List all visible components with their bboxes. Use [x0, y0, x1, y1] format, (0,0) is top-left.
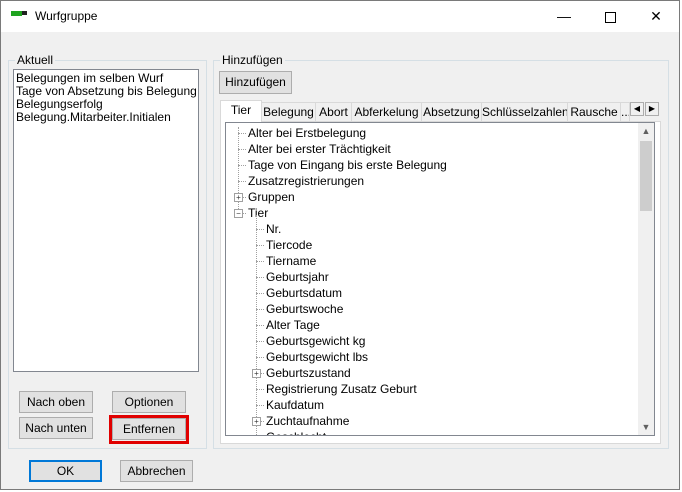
ok-button[interactable]: OK — [29, 460, 102, 482]
expand-icon[interactable]: + — [252, 369, 261, 378]
hinzufuegen-button[interactable]: Hinzufügen — [219, 71, 292, 94]
minimize-button[interactable]: — — [541, 1, 587, 32]
tree-item[interactable]: Tier — [248, 205, 268, 221]
tree-line — [256, 357, 264, 358]
tree-line — [238, 149, 246, 150]
expand-icon[interactable]: + — [252, 417, 261, 426]
expand-icon[interactable]: + — [234, 193, 243, 202]
tree-item[interactable]: Geburtsgewicht kg — [266, 333, 365, 349]
tab-belegung[interactable]: Belegung — [261, 102, 316, 121]
abbrechen-button[interactable]: Abbrechen — [120, 460, 193, 482]
title-bar[interactable]: Wurfgruppe — ✕ — [1, 1, 679, 32]
tree-item[interactable]: Zuchtaufnahme — [266, 413, 349, 429]
tree-line — [256, 389, 264, 390]
tab-schluesselzahlen[interactable]: Schlüsselzahlen — [481, 102, 568, 121]
entfernen-highlight — [109, 415, 189, 444]
tree-item[interactable]: Geburtsjahr — [266, 269, 329, 285]
tree-item[interactable]: Alter Tage — [266, 317, 320, 333]
close-icon: ✕ — [650, 8, 662, 24]
chevron-right-icon: ▶ — [648, 104, 656, 113]
tree-line — [256, 293, 264, 294]
tree-line — [256, 245, 264, 246]
category-tabs: Tier Belegung Abort Abferkelung Absetzun… — [220, 100, 661, 122]
tab-scroll-left-button[interactable]: ◀ — [630, 102, 644, 116]
aktuell-group-label: Aktuell — [15, 53, 56, 67]
tree-line — [238, 133, 246, 134]
optionen-button[interactable]: Optionen — [112, 391, 186, 413]
minimize-icon: — — [557, 8, 571, 24]
tree-item[interactable]: Gruppen — [248, 189, 295, 205]
tree-scrollbar[interactable]: ▲ ▼ — [638, 123, 654, 435]
tree-item[interactable]: Tiername — [266, 253, 316, 269]
tree-item[interactable]: Geburtswoche — [266, 301, 343, 317]
tab-overflow[interactable]: ... — [620, 102, 630, 121]
tab-tier[interactable]: Tier — [220, 100, 262, 122]
tree-item[interactable]: Alter bei Erstbelegung — [248, 125, 366, 141]
wurfgruppe-dialog: Wurfgruppe — ✕ Aktuell Belegungen im sel… — [0, 0, 680, 490]
tab-scroll-right-button[interactable]: ▶ — [645, 102, 659, 116]
tree-line — [256, 325, 264, 326]
tree-item[interactable]: Alter bei erster Trächtigkeit — [248, 141, 391, 157]
tree-line — [256, 405, 264, 406]
tree-item[interactable]: Kaufdatum — [266, 397, 324, 413]
tree-line — [238, 181, 246, 182]
close-button[interactable]: ✕ — [633, 1, 679, 32]
hinzufuegen-group-label: Hinzufügen — [220, 53, 285, 67]
scroll-thumb[interactable] — [640, 141, 652, 211]
aktuell-listbox[interactable]: Belegungen im selben Wurf Tage von Abset… — [13, 69, 199, 372]
field-tree[interactable]: Alter bei Erstbelegung Alter bei erster T… — [225, 122, 655, 436]
tree-line — [256, 261, 264, 262]
tab-abort[interactable]: Abort — [315, 102, 352, 121]
scroll-up-icon[interactable]: ▲ — [638, 123, 654, 139]
tree-item[interactable]: Geburtsgewicht lbs — [266, 349, 368, 365]
tree-item[interactable]: Geburtsdatum — [266, 285, 342, 301]
tree-line — [256, 341, 264, 342]
tree-item[interactable]: Registrierung Zusatz Geburt — [266, 381, 417, 397]
chevron-left-icon: ◀ — [633, 104, 641, 113]
collapse-icon[interactable]: − — [234, 209, 243, 218]
tree-line — [256, 309, 264, 310]
tree-item[interactable]: Geburtszustand — [266, 365, 351, 381]
tree-line — [256, 277, 264, 278]
tree-item[interactable]: Geschlecht — [266, 429, 326, 435]
scroll-down-icon[interactable]: ▼ — [638, 419, 654, 435]
app-icon — [11, 11, 27, 16]
tree-item[interactable]: Zusatzregistrierungen — [248, 173, 364, 189]
nach-oben-button[interactable]: Nach oben — [19, 391, 93, 413]
nach-unten-button[interactable]: Nach unten — [19, 417, 93, 439]
tree-line — [256, 229, 264, 230]
tree-item[interactable]: Tage von Eingang bis erste Belegung — [248, 157, 447, 173]
tab-rausche[interactable]: Rausche — [567, 102, 621, 121]
tab-abferkelung[interactable]: Abferkelung — [351, 102, 422, 121]
tab-absetzung[interactable]: Absetzung — [421, 102, 482, 121]
tree-item[interactable]: Tiercode — [266, 237, 312, 253]
maximize-icon — [604, 11, 616, 23]
maximize-button[interactable] — [587, 1, 633, 32]
tree-item[interactable]: Nr. — [266, 221, 281, 237]
list-item[interactable]: Belegung.Mitarbeiter.Initialen — [16, 111, 198, 124]
window-title: Wurfgruppe — [35, 9, 98, 23]
tree-line — [238, 165, 246, 166]
